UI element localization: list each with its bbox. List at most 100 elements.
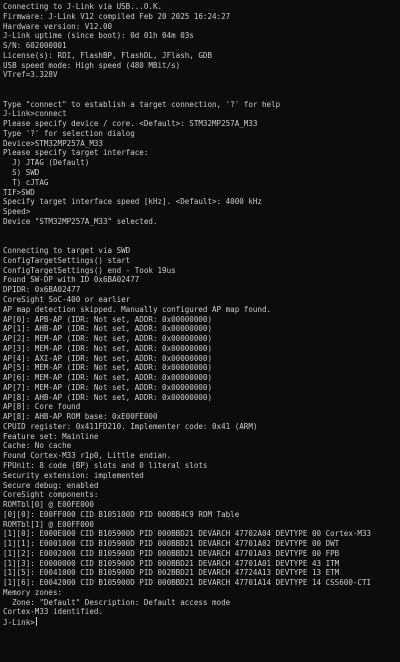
terminal-line: Specify target interface speed [kHz]. <D… — [3, 197, 400, 207]
terminal-line-text: Hardware version: V12.00 — [3, 21, 113, 31]
terminal-line-text: J-Link>connect — [3, 109, 67, 119]
terminal-line: AP[0]: APB-AP (IDR: Not set, ADDR: 0x000… — [3, 315, 400, 325]
terminal-line: AP[8]: Core found — [3, 402, 400, 412]
terminal-line-text: J) JTAG (Default) — [3, 158, 90, 168]
terminal-line: AP[3]: MEM-AP (IDR: Not set, ADDR: 0x000… — [3, 344, 400, 354]
terminal-line-text: AP[8]: AHB-AP ROM base: 0xE00FE000 — [3, 412, 158, 422]
terminal-line-text: AP map detection skipped. Manually confi… — [3, 304, 272, 314]
terminal-line-text: AP[4]: AXI-AP (IDR: Not set, ADDR: 0x000… — [3, 353, 213, 363]
terminal-line-text: USB speed mode: High speed (480 MBit/s) — [3, 60, 181, 70]
terminal-line: Please specify device / core. <Default>:… — [3, 119, 400, 129]
terminal-line: Feature set: Mainline — [3, 432, 400, 442]
terminal-line: Secure debug: enabled — [3, 481, 400, 491]
terminal-line: [1][3]: E0000000 CID B105900D PID 000BBD… — [3, 559, 400, 569]
terminal-line-text: Please specify target interface: — [3, 148, 149, 158]
terminal-line-text: T) cJTAG — [3, 177, 49, 187]
terminal-line: Connecting to target via SWD — [3, 246, 400, 256]
terminal-line-text: [0][0]: E00FF000 CID B105100D PID 000BB4… — [3, 509, 240, 519]
terminal-line: J-Link>connect — [3, 109, 400, 119]
terminal-line: ROMTbl[0] @ E00FE000 — [3, 500, 400, 510]
terminal-line-text: S/N: 602000001 — [3, 41, 67, 51]
terminal-line-text: Connecting to target via SWD — [3, 246, 131, 256]
terminal-line: S/N: 602000001 — [3, 41, 400, 51]
terminal-line: [1][1]: E0001000 CID B105900D PID 000BBD… — [3, 539, 400, 549]
terminal-line: Please specify target interface: — [3, 148, 400, 158]
terminal-line-text: Specify target interface speed [kHz]. <D… — [3, 197, 262, 207]
terminal-line-text: Device>STM32MP257A_M33 — [3, 138, 103, 148]
terminal-line: Device "STM32MP257A_M33" selected. — [3, 217, 400, 227]
terminal-line: T) cJTAG — [3, 178, 400, 188]
terminal-line: License(s): RDI, FlashBP, FlashDL, JFlas… — [3, 51, 400, 61]
terminal-line-text: Secure debug: enabled — [3, 480, 99, 490]
terminal-line-text: Firmware: J-Link V12 compiled Feb 20 202… — [3, 11, 231, 21]
terminal-line-text: AP[8]: Core found — [3, 402, 81, 412]
terminal-line: CPUID register: 0x411FD210. Implementer … — [3, 422, 400, 432]
terminal-line: Firmware: J-Link V12 compiled Feb 20 202… — [3, 12, 400, 22]
terminal-line: AP[5]: MEM-AP (IDR: Not set, ADDR: 0x000… — [3, 363, 400, 373]
terminal-window[interactable]: Connecting to J-Link via USB...O.K. Firmw… — [0, 0, 400, 662]
terminal-line: Found Cortex-M33 r1p0, Little endian. — [3, 451, 400, 461]
terminal-line-text: Type '?' for selection dialog — [3, 128, 135, 138]
text-cursor — [35, 617, 37, 627]
terminal-line-text: Type "connect" to establish a target con… — [3, 99, 281, 109]
terminal-line-text: [1][0]: E000E000 CID B105900D PID 000BBD… — [3, 529, 372, 539]
terminal-line-text: S) SWD — [3, 168, 40, 178]
terminal-line: Type "connect" to establish a target con… — [3, 100, 400, 110]
terminal-line: Hardware version: V12.00 — [3, 22, 400, 32]
terminal-line: Cache: No cache — [3, 441, 400, 451]
terminal-line-text: CoreSight SoC-400 or earlier — [3, 294, 131, 304]
terminal-line-text: Cortex-M33 identified. — [3, 607, 103, 617]
terminal-line: AP[8]: AHB-AP (IDR: Not set, ADDR: 0x000… — [3, 393, 400, 403]
terminal-line: J) JTAG (Default) — [3, 158, 400, 168]
terminal-line: DPIDR: 0x6BA02477 — [3, 285, 400, 295]
terminal-line-text: AP[2]: MEM-AP (IDR: Not set, ADDR: 0x000… — [3, 334, 213, 344]
terminal-line-text: ConfigTargetSettings() start — [3, 255, 131, 265]
terminal-line-text: [1][3]: E0000000 CID B105900D PID 000BBD… — [3, 558, 340, 568]
terminal-line-text: CPUID register: 0x411FD210. Implementer … — [3, 421, 258, 431]
terminal-output: Connecting to J-Link via USB...O.K. Firmw… — [3, 2, 400, 627]
terminal-line-text: J-Link uptime (since boot): 0d 01h 04m 0… — [3, 31, 194, 41]
terminal-line-text: Feature set: Mainline — [3, 431, 99, 441]
terminal-line: Connecting to J-Link via USB...O.K. — [3, 2, 400, 12]
terminal-line: Cortex-M33 identified. — [3, 607, 400, 617]
terminal-line-text: CoreSight components: — [3, 490, 99, 500]
terminal-line-text: AP[8]: AHB-AP (IDR: Not set, ADDR: 0x000… — [3, 392, 213, 402]
terminal-line: Security extension: implemented — [3, 471, 400, 481]
terminal-line: AP[4]: AXI-AP (IDR: Not set, ADDR: 0x000… — [3, 354, 400, 364]
terminal-line-text: Memory zones: — [3, 587, 63, 597]
terminal-line-text: License(s): RDI, FlashBP, FlashDL, JFlas… — [3, 50, 213, 60]
command-prompt[interactable]: J-Link> — [3, 617, 400, 627]
terminal-line-text: [1][5]: E0041000 CID B105900D PID 002BBD… — [3, 568, 340, 578]
terminal-line-text: Device "STM32MP257A_M33" selected. — [3, 216, 158, 226]
terminal-line: FPUnit: 8 code (BP) slots and 0 literal … — [3, 461, 400, 471]
terminal-line: CoreSight SoC-400 or earlier — [3, 295, 400, 305]
terminal-line: Speed> — [3, 207, 400, 217]
terminal-line: [1][2]: E0002000 CID B105900D PID 000BBD… — [3, 549, 400, 559]
terminal-line: [1][0]: E000E000 CID B105900D PID 000BBD… — [3, 529, 400, 539]
terminal-line-text: AP[1]: AHB-AP (IDR: Not set, ADDR: 0x000… — [3, 324, 213, 334]
terminal-line-text: Cache: No cache — [3, 441, 72, 451]
terminal-line: Zone: "Default" Description: Default acc… — [3, 598, 400, 608]
terminal-line-text: ConfigTargetSettings() end - Took 19us — [3, 265, 176, 275]
terminal-line: ConfigTargetSettings() end - Took 19us — [3, 266, 400, 276]
terminal-line-text: AP[7]: MEM-AP (IDR: Not set, ADDR: 0x000… — [3, 382, 213, 392]
terminal-line-text: AP[0]: APB-AP (IDR: Not set, ADDR: 0x000… — [3, 314, 213, 324]
terminal-line: AP[6]: MEM-AP (IDR: Not set, ADDR: 0x000… — [3, 373, 400, 383]
terminal-line: S) SWD — [3, 168, 400, 178]
terminal-line-text: ROMTbl[1] @ E00FF000 — [3, 519, 94, 529]
prompt-text: J-Link> — [3, 618, 35, 628]
terminal-line: Memory zones: — [3, 588, 400, 598]
terminal-line-text: AP[5]: MEM-AP (IDR: Not set, ADDR: 0x000… — [3, 363, 213, 373]
terminal-line: AP[1]: AHB-AP (IDR: Not set, ADDR: 0x000… — [3, 324, 400, 334]
terminal-line: Found SW-DP with ID 0x6BA02477 — [3, 275, 400, 285]
terminal-line-text: Zone: "Default" Description: Default acc… — [3, 597, 231, 607]
terminal-line-text: Found Cortex-M33 r1p0, Little endian. — [3, 451, 172, 461]
terminal-line-text: TIF>SWD — [3, 187, 35, 197]
terminal-line-text: Please specify device / core. <Default>:… — [3, 119, 258, 129]
terminal-line: VTref=3.328V — [3, 70, 400, 80]
terminal-line: AP[2]: MEM-AP (IDR: Not set, ADDR: 0x000… — [3, 334, 400, 344]
